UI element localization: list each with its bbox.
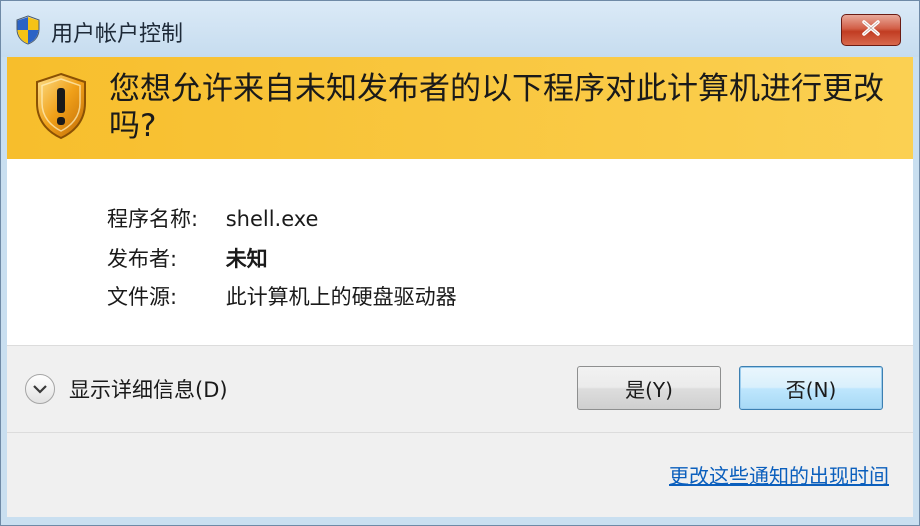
dialog-footer: 显示详细信息(D) 是(Y) 否(N) 更改这些通知的出现时间 (7, 345, 913, 517)
show-details-label[interactable]: 显示详细信息(D) (69, 374, 228, 404)
file-source-label: 文件源: (107, 285, 178, 309)
publisher-row: 发布者: 未知 (107, 243, 268, 273)
uac-dialog: 用户帐户控制 您想允许来自未知发布者的以下程序对此计算机进行更改吗? 程序名称:… (0, 0, 920, 526)
change-notification-settings-link[interactable]: 更改这些通知的出现时间 (669, 460, 889, 489)
warning-banner: 您想允许来自未知发布者的以下程序对此计算机进行更改吗? (7, 57, 913, 159)
show-details-toggle[interactable]: 显示详细信息(D) (25, 374, 228, 404)
program-name-row: 程序名称: shell.exe (107, 203, 318, 233)
close-icon (860, 20, 882, 40)
publisher-value: 未知 (225, 247, 268, 271)
file-source-value: 此计算机上的硬盘驱动器 (225, 285, 457, 309)
program-name-value: shell.exe (225, 207, 319, 231)
yes-button[interactable]: 是(Y) (577, 366, 721, 410)
no-button[interactable]: 否(N) (739, 366, 883, 410)
file-source-row: 文件源: 此计算机上的硬盘驱动器 (107, 281, 457, 311)
warning-shield-icon (33, 71, 89, 141)
chevron-down-icon[interactable] (25, 374, 55, 404)
window-title: 用户帐户控制 (51, 22, 184, 47)
uac-shield-icon (15, 15, 41, 45)
publisher-label: 发布者: (107, 247, 178, 271)
title-bar: 用户帐户控制 (1, 1, 919, 57)
close-button[interactable] (841, 14, 901, 46)
footer-divider (7, 432, 913, 433)
uac-question: 您想允许来自未知发布者的以下程序对此计算机进行更改吗? (109, 71, 884, 144)
program-name-label: 程序名称: (107, 207, 199, 231)
program-info: 程序名称: shell.exe 发布者: 未知 文件源: 此计算机上的硬盘驱动器 (7, 159, 913, 345)
